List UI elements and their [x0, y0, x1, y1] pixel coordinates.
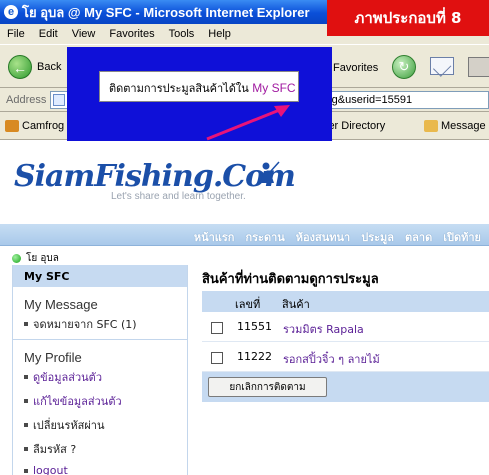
watchlist-table: เลขที่ สินค้า 11551 รวมมิตร Rapala 11222…: [202, 291, 489, 402]
fisherman-logo-icon: [260, 161, 280, 183]
sidebar-item-label: ลืมรหัส ?: [33, 443, 77, 456]
sidebar-item-label: แก้ไขข้อมูลส่วนตัว: [33, 395, 122, 408]
nav-home[interactable]: หน้าแรก: [194, 228, 235, 246]
col-product-header: สินค้า: [282, 298, 310, 311]
menu-edit[interactable]: Edit: [32, 28, 65, 40]
callout-text-box: ติดตามการประมูลสินค้าได้ใน My SFC: [99, 71, 299, 102]
history-icon[interactable]: ↻: [392, 55, 416, 79]
row-product-link[interactable]: รอกสปิ้วจิ๋ว ๆ ลายไม้: [283, 350, 380, 368]
col-number-header: เลขที่: [235, 298, 261, 311]
bullet-icon: [24, 447, 28, 451]
window-title: โย อุบล @ My SFC - Microsoft Internet Ex…: [22, 4, 310, 20]
sidebar-item-label: logout: [33, 464, 68, 475]
site-logo[interactable]: SiamFishing.Com: [14, 159, 296, 194]
menu-favorites[interactable]: Favorites: [102, 28, 161, 40]
back-button[interactable]: ← Back: [8, 55, 61, 79]
nav-board[interactable]: กระดาน: [245, 228, 284, 246]
message-icon: [424, 120, 438, 132]
page-icon: [53, 94, 65, 106]
row-checkbox[interactable]: [211, 322, 223, 334]
callout-highlight: My SFC: [252, 81, 296, 95]
mail-icon[interactable]: [430, 57, 454, 75]
sidebar-item-view-profile[interactable]: ดูข้อมูลส่วนตัว: [24, 368, 187, 386]
bullet-icon: [24, 423, 28, 427]
row-id: 11222: [237, 350, 272, 363]
sidebar-item-sfc-mail[interactable]: จดหมายจาก SFC (1): [24, 315, 187, 333]
sidebar-item-change-password[interactable]: เปลี่ยนรหัสผ่าน: [24, 416, 187, 434]
web-page: SiamFishing.Com Let's share and learn to…: [0, 141, 489, 475]
bullet-icon: [24, 322, 28, 326]
favorites-button[interactable]: Favorites: [333, 62, 378, 74]
cancel-watch-button[interactable]: ยกเลิกการติดตาม: [208, 377, 327, 397]
sidebar-item-label: จดหมายจาก SFC (1): [33, 318, 137, 331]
sidebar-item-edit-profile[interactable]: แก้ไขข้อมูลส่วนตัว: [24, 392, 187, 410]
sidebar-item-forgot-password[interactable]: ลืมรหัส ?: [24, 440, 187, 458]
camfrog-icon: [5, 120, 19, 132]
nav-market[interactable]: ตลาด: [405, 228, 432, 246]
table-row: 11551 รวมมิตร Rapala: [202, 312, 489, 342]
row-checkbox[interactable]: [211, 352, 223, 364]
profile-section-title: My Profile: [24, 350, 82, 365]
sidebar-header: My SFC: [13, 265, 187, 287]
address-label: Address: [6, 94, 47, 106]
user-status: โย อุบล: [12, 251, 59, 266]
message-section-title: My Message: [24, 297, 98, 312]
callout-text: ติดตามการประมูลสินค้าได้ใน: [109, 82, 253, 95]
menu-help[interactable]: Help: [201, 28, 238, 40]
callout-box: ติดตามการประมูลสินค้าได้ใน My SFC: [67, 47, 332, 141]
menu-tools[interactable]: Tools: [162, 28, 202, 40]
divider: [13, 339, 187, 340]
sidebar-item-logout[interactable]: logout: [24, 464, 187, 475]
menu-view[interactable]: View: [65, 28, 103, 40]
bullet-icon: [24, 399, 28, 403]
nav-trunk[interactable]: เปิดท้าย: [443, 228, 481, 246]
bullet-icon: [24, 468, 28, 473]
link-message[interactable]: Message: [424, 120, 486, 132]
ie-logo-icon: e: [4, 5, 18, 19]
back-arrow-icon: ←: [8, 55, 32, 79]
site-tagline: Let's share and learn together.: [111, 191, 246, 202]
username: โย อุบล: [26, 253, 59, 264]
link-message-label: Message: [441, 120, 486, 132]
table-header: เลขที่ สินค้า: [202, 291, 489, 312]
sidebar-item-label: ดูข้อมูลส่วนตัว: [33, 371, 102, 384]
table-row: 11222 รอกสปิ้วจิ๋ว ๆ ลายไม้: [202, 342, 489, 372]
nav-chat[interactable]: ห้องสนทนา: [296, 228, 350, 246]
online-status-icon: [12, 254, 21, 263]
link-camfrog[interactable]: Camfrog: [5, 120, 64, 132]
row-product-link[interactable]: รวมมิตร Rapala: [283, 320, 364, 338]
printer-icon[interactable]: [468, 57, 489, 77]
page-title: สินค้าที่ท่านติดตามดูการประมูล: [202, 272, 379, 287]
pointer-arrow-icon: [206, 105, 290, 141]
back-label: Back: [37, 61, 62, 73]
table-footer: ยกเลิกการติดตาม: [202, 372, 489, 402]
figure-caption: ภาพประกอบที่ 8: [327, 0, 489, 36]
menu-file[interactable]: File: [0, 28, 32, 40]
site-nav: หน้าแรก กระดาน ห้องสนทนา ประมูล ตลาด เปิ…: [0, 224, 489, 246]
link-camfrog-label: Camfrog: [22, 120, 65, 132]
sidebar: My SFC My Message จดหมายจาก SFC (1) My P…: [12, 265, 188, 475]
bullet-icon: [24, 375, 28, 379]
nav-auction[interactable]: ประมูล: [361, 228, 394, 246]
row-id: 11551: [237, 320, 272, 333]
sidebar-item-label: เปลี่ยนรหัสผ่าน: [33, 419, 105, 432]
